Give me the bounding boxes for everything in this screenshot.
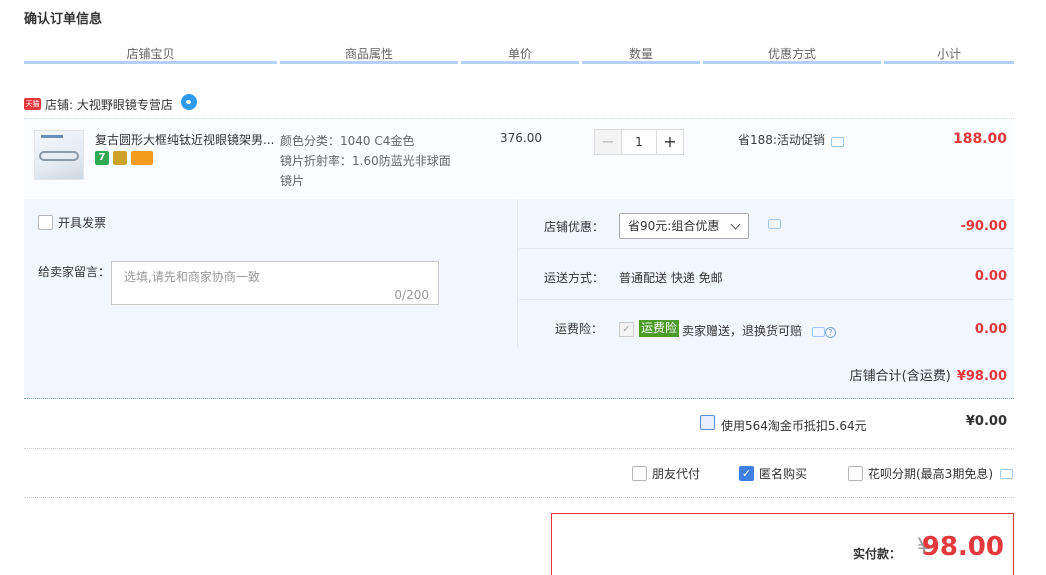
shop-total: 店铺合计(含运费) ¥98.00 <box>850 365 1007 384</box>
message-placeholder: 选填,请先和商家协商一致 <box>124 270 260 284</box>
invoice-label: 开具发票 <box>58 216 107 230</box>
message-char-count: 0/200 <box>394 288 429 302</box>
insurance-badge: 运费险 <box>639 320 680 337</box>
product-thumbnail[interactable] <box>34 130 84 180</box>
shop-discount-value: -90.00 <box>960 219 1007 234</box>
insurance-label: 运费险： <box>555 322 604 336</box>
comment-icon[interactable] <box>768 219 781 229</box>
buyer-options: 开具发票 给卖家留言： 选填,请先和商家协商一致 0/200 <box>24 199 518 347</box>
quantity-input[interactable]: 1 <box>622 129 656 155</box>
huabei-option[interactable]: 花呗分期(最高3期免息) <box>848 465 1013 482</box>
tmall-badge: 天猫 <box>24 98 41 110</box>
guarantee-icon <box>113 151 127 165</box>
shop-total-value: ¥98.00 <box>956 369 1007 384</box>
comment-icon[interactable] <box>811 327 825 337</box>
decrease-quantity-button[interactable]: − <box>594 129 622 155</box>
header-price: 单价 <box>461 44 579 64</box>
coin-checkbox[interactable] <box>700 415 715 430</box>
coin-label: 使用564淘金币抵扣5.64元 <box>721 419 867 433</box>
shop-total-label: 店铺合计(含运费) <box>849 369 951 384</box>
header-discount: 优惠方式 <box>703 44 881 64</box>
header-attributes: 商品属性 <box>280 44 458 64</box>
chat-seller-icon[interactable] <box>180 94 197 110</box>
shop-name[interactable]: 店铺: 大视野眼镜专营店 <box>45 96 173 113</box>
shipping-method: 普通配送 快递 免邮 <box>619 271 723 285</box>
table-header: 店铺宝贝 商品属性 单价 数量 优惠方式 小计 <box>24 44 1014 66</box>
shipping-row: 运送方式： 普通配送 快递 免邮 0.00 <box>519 250 1014 300</box>
shipping-fee: 0.00 <box>974 269 1007 284</box>
promotion-text: 省188:活动促销 <box>738 133 825 147</box>
unit-price: 376.00 <box>500 131 542 145</box>
quantity-stepper: − 1 + <box>594 129 684 155</box>
huabei-checkbox[interactable] <box>848 466 863 481</box>
shipping-label: 运送方式： <box>544 271 605 285</box>
message-textarea[interactable]: 选填,请先和商家协商一致 0/200 <box>111 261 439 305</box>
help-icon[interactable]: ? <box>824 327 836 338</box>
invoice-checkbox[interactable] <box>38 215 53 230</box>
payment-amount: 98.00 <box>921 532 1004 562</box>
comment-icon[interactable] <box>830 136 844 147</box>
payment-options-row: 朋友代付 ✓ 匿名购买 花呗分期(最高3期免息) <box>24 450 1014 498</box>
shop-discount-label: 店铺优惠： <box>544 220 605 234</box>
anonymous-checkbox[interactable]: ✓ <box>739 466 754 481</box>
attr-lens: 镜片折射率：1.60防蓝光非球面镜片 <box>280 154 451 188</box>
chevron-down-icon <box>730 219 741 230</box>
page-title: 确认订单信息 <box>24 12 103 27</box>
insurance-checkbox: ✓ <box>619 322 634 337</box>
payment-label: 实付款： <box>852 547 901 561</box>
shop-discount-row: 店铺优惠： 省90元:组合优惠 -90.00 <box>519 199 1014 249</box>
payment-summary: 实付款： ¥ 98.00 <box>551 513 1014 575</box>
invoice-option[interactable]: 开具发票 <box>38 214 106 231</box>
anonymous-option[interactable]: ✓ 匿名购买 <box>739 465 807 482</box>
product-title[interactable]: 复古圆形大框纯钛近视眼镜架男... <box>95 131 275 148</box>
message-label: 给卖家留言： <box>38 265 111 279</box>
shipping-insurance-row: 运费险： ✓ 运费险 卖家赠送，退换货可赔 ? 0.00 <box>519 301 1014 347</box>
promotion: 省188:活动促销 <box>738 131 844 148</box>
anonymous-label: 匿名购买 <box>759 467 808 481</box>
friend-pay-option[interactable]: 朋友代付 <box>632 465 700 482</box>
order-options-panel: 开具发票 给卖家留言： 选填,请先和商家协商一致 0/200 店铺优惠： 省90… <box>24 199 1014 399</box>
credit-card-icon <box>131 151 153 165</box>
insurance-fee: 0.00 <box>974 322 1007 337</box>
huabei-label: 花呗分期(最高3期免息) <box>868 467 993 481</box>
seven-day-return-icon: 7 <box>95 151 109 165</box>
coin-value: ¥0.00 <box>965 414 1007 429</box>
service-icons: 7 <box>95 151 153 165</box>
friend-pay-checkbox[interactable] <box>632 466 647 481</box>
header-shop-item: 店铺宝贝 <box>24 44 277 64</box>
attr-color: 颜色分类：1040 C4金色 <box>280 134 415 148</box>
insurance-description: 卖家赠送，退换货可赔 <box>682 324 803 338</box>
header-quantity: 数量 <box>582 44 700 64</box>
order-item-row: 复古圆形大框纯钛近视眼镜架男... 7 颜色分类：1040 C4金色 镜片折射率… <box>24 118 1014 198</box>
comment-icon[interactable] <box>1000 468 1013 479</box>
shop-row: 天猫 店铺: 大视野眼镜专营店 <box>24 94 197 114</box>
product-attributes: 颜色分类：1040 C4金色 镜片折射率：1.60防蓝光非球面镜片 <box>280 131 460 191</box>
shop-discount-selected: 省90元:组合优惠 <box>628 219 720 233</box>
taobao-coin-row: 使用564淘金币抵扣5.64元 ¥0.00 <box>24 400 1014 449</box>
shop-discount-select[interactable]: 省90元:组合优惠 <box>619 213 749 239</box>
header-subtotal: 小计 <box>884 44 1014 64</box>
item-subtotal: 188.00 <box>952 131 1007 147</box>
increase-quantity-button[interactable]: + <box>656 129 684 155</box>
friend-pay-label: 朋友代付 <box>652 467 701 481</box>
insurance-text: 卖家赠送，退换货可赔 ? <box>682 322 836 339</box>
